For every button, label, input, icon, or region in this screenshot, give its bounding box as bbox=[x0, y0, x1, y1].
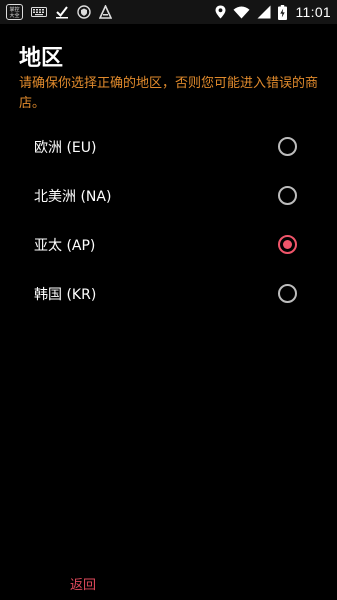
radio-button-eu[interactable] bbox=[278, 137, 297, 156]
app-badge-line-2: 大全 bbox=[9, 12, 20, 19]
region-warning-text: 请确保你选择正确的地区，否则您可能进入错误的商店。 bbox=[19, 76, 319, 111]
region-list: 欧洲 (EU) 北美洲 (NA) 亚太 (AP) 韩国 (KR) bbox=[0, 122, 337, 318]
region-option-eu[interactable]: 欧洲 (EU) bbox=[0, 122, 337, 171]
android-a-icon bbox=[99, 5, 112, 19]
shield-icon bbox=[77, 5, 91, 19]
region-label-eu: 欧洲 (EU) bbox=[34, 139, 97, 156]
location-icon bbox=[215, 5, 226, 19]
status-bar-left: 掌控 大全 bbox=[6, 4, 112, 20]
region-label-na: 北美洲 (NA) bbox=[34, 188, 112, 205]
battery-charging-icon bbox=[277, 4, 287, 20]
page-title: 地区 bbox=[19, 46, 64, 71]
radio-button-na[interactable] bbox=[278, 186, 297, 205]
region-option-na[interactable]: 北美洲 (NA) bbox=[0, 171, 337, 220]
status-bar-right: 11:01 bbox=[215, 4, 332, 20]
radio-button-kr[interactable] bbox=[278, 284, 297, 303]
checkmark-icon bbox=[55, 5, 69, 19]
app-badge-icon: 掌控 大全 bbox=[6, 4, 23, 20]
radio-selected-dot bbox=[283, 240, 292, 249]
signal-icon bbox=[257, 5, 271, 19]
region-label-ap: 亚太 (AP) bbox=[34, 237, 96, 254]
back-button[interactable]: 返回 bbox=[70, 574, 96, 593]
keyboard-icon bbox=[31, 6, 47, 18]
status-bar: 掌控 大全 11:01 bbox=[0, 0, 337, 24]
region-option-ap[interactable]: 亚太 (AP) bbox=[0, 220, 337, 269]
status-time: 11:01 bbox=[295, 4, 331, 20]
region-label-kr: 韩国 (KR) bbox=[34, 286, 97, 303]
wifi-icon bbox=[233, 6, 250, 19]
region-option-kr[interactable]: 韩国 (KR) bbox=[0, 269, 337, 318]
radio-button-ap[interactable] bbox=[278, 235, 297, 254]
